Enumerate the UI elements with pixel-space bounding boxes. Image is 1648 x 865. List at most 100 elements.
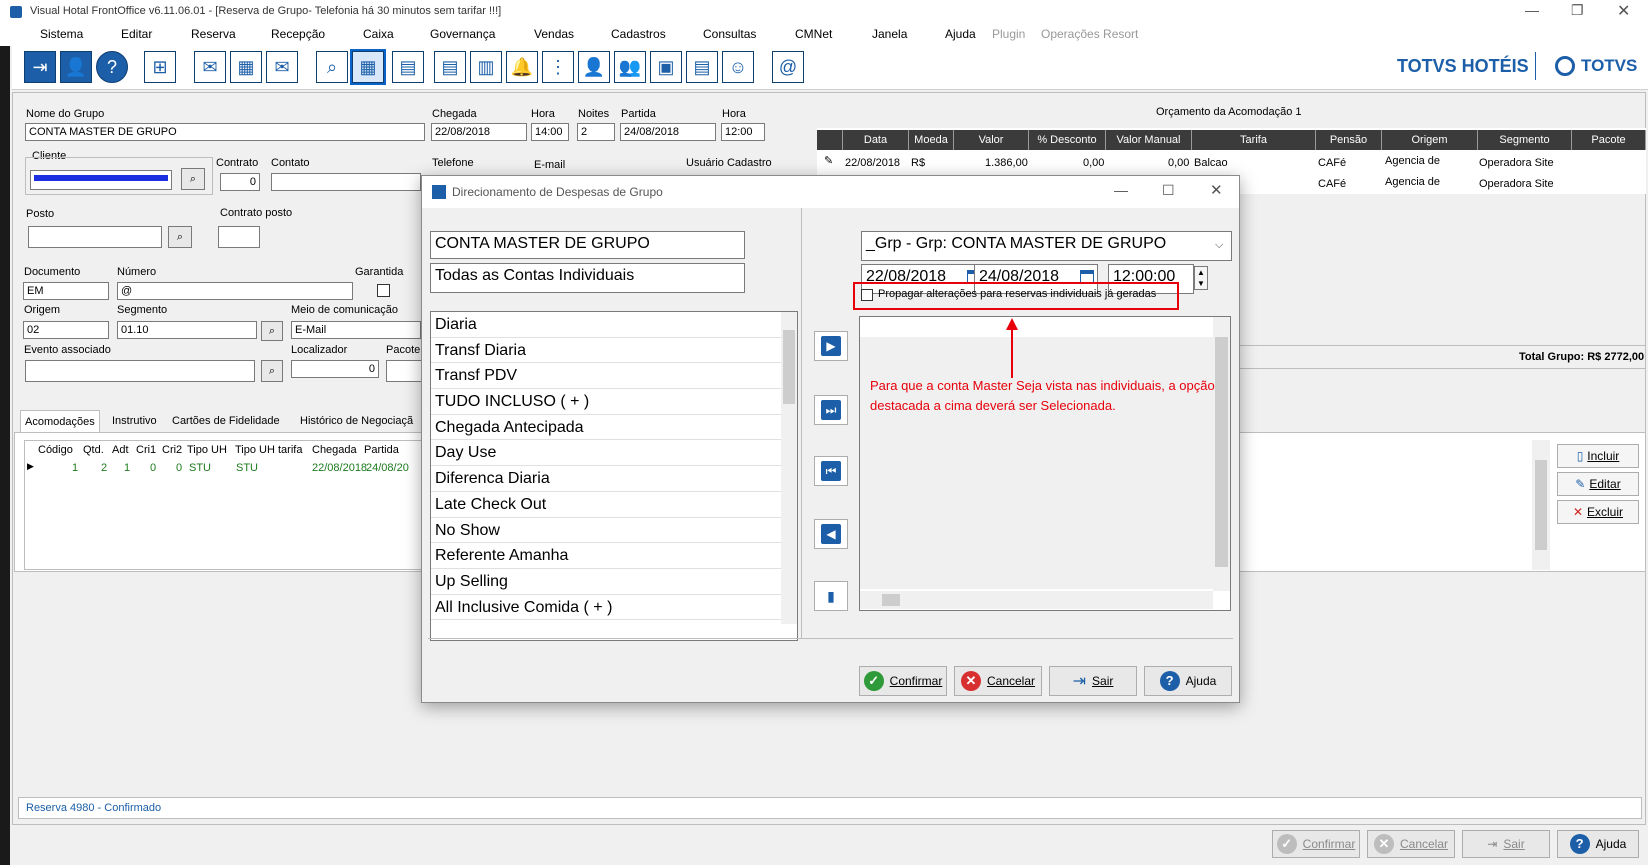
list-item[interactable]: No Show [431, 518, 797, 544]
search-icon[interactable]: ⌕ [316, 51, 348, 83]
bell-icon[interactable]: 🔔 [506, 51, 538, 83]
list-item[interactable]: Up Selling [431, 569, 797, 595]
menu-cadastros[interactable]: Cadastros [611, 27, 666, 41]
send-mail-icon[interactable]: ✉ [266, 51, 298, 83]
list-item[interactable]: Transf Diaria [431, 338, 797, 364]
card-icon[interactable]: ▤ [392, 51, 424, 83]
add-user-icon[interactable]: 👤 [578, 51, 610, 83]
extra-action-button[interactable]: ▮ [814, 581, 848, 611]
menu-recepcao[interactable]: Recepção [271, 27, 325, 41]
tab-cartoes-fidelidade[interactable]: Cartões de Fidelidade [168, 412, 284, 430]
main-sair-button[interactable]: ⇥ Sair [1462, 830, 1550, 858]
segmento-input[interactable]: 01.10 [117, 321, 257, 339]
editar-button[interactable]: ✎ Editar [1557, 472, 1639, 496]
menu-reserva[interactable]: Reserva [191, 27, 236, 41]
footprints-icon[interactable]: ⋮ [542, 51, 574, 83]
incluir-button[interactable]: ▯ Incluir [1557, 444, 1639, 468]
chegada-input[interactable]: 22/08/2018 [431, 123, 527, 141]
list-item[interactable]: Day Use [431, 440, 797, 467]
pacote-input[interactable] [386, 360, 426, 382]
calendar-icon[interactable]: ▦ [350, 49, 386, 85]
housekeeper-icon[interactable]: ☺ [722, 51, 754, 83]
list-item[interactable]: Transf PDV [431, 363, 797, 390]
maximize-button[interactable]: ❐ [1571, 2, 1584, 19]
mail-icon[interactable]: ✉ [194, 51, 226, 83]
noites-input[interactable]: 2 [577, 123, 615, 141]
propagar-label[interactable]: Propagar alterações para reservas indivi… [878, 288, 1156, 300]
dialog-accounts[interactable]: Todas as Contas Individuais [430, 263, 745, 293]
email-at-icon[interactable]: @ [772, 51, 804, 83]
evento-search-button[interactable]: ⌕ [261, 360, 283, 382]
evento-associado-input[interactable] [25, 360, 255, 382]
minimize-button[interactable]: — [1525, 2, 1539, 18]
cashier-icon[interactable]: ▣ [650, 51, 682, 83]
menu-sistema[interactable]: Sistema [40, 27, 83, 41]
menu-vendas[interactable]: Vendas [534, 27, 574, 41]
close-button[interactable]: ✕ [1617, 1, 1630, 21]
nome-grupo-input[interactable]: CONTA MASTER DE GRUPO [25, 123, 425, 141]
cliente-search-button[interactable]: ⌕ [181, 168, 205, 190]
localizador-input[interactable]: 0 [291, 360, 379, 378]
menu-cmnet[interactable]: CMNet [795, 27, 832, 41]
cliente-input[interactable] [30, 170, 172, 190]
contrato-input[interactable]: 0 [220, 173, 260, 191]
segmento-search-button[interactable]: ⌕ [261, 321, 283, 341]
menu-janela[interactable]: Janela [872, 27, 907, 41]
list-item[interactable]: Diferenca Diaria [431, 466, 797, 492]
move-left-button[interactable]: ◀ [814, 519, 848, 549]
card2-icon[interactable]: ▤ [434, 51, 466, 83]
right-grid-scrollbar[interactable] [1532, 440, 1550, 570]
account-select[interactable]: _Grp - Grp: CONTA MASTER DE GRUPO [861, 231, 1232, 261]
move-right-button[interactable]: ▶ [814, 331, 848, 361]
edit-grid-icon[interactable]: ▦ [230, 51, 262, 83]
origem-select[interactable]: 02 [23, 321, 109, 339]
dialog-confirmar-button[interactable]: ✓ Confirmar [859, 666, 947, 696]
register-icon[interactable]: ▤ [686, 51, 718, 83]
dialog-cancelar-button[interactable]: ✕ Cancelar [954, 666, 1042, 696]
partida-input[interactable]: 24/08/2018 [620, 123, 716, 141]
excluir-button[interactable]: ✕ Excluir [1557, 500, 1639, 524]
menu-governanca[interactable]: Governança [430, 27, 495, 41]
dialog-sair-button[interactable]: ⇥ Sair [1049, 666, 1137, 696]
list-item[interactable]: TUDO INCLUSO ( + ) [431, 389, 797, 415]
spinner-icon[interactable]: ▲ ▼ [1194, 266, 1208, 290]
help-icon[interactable]: ? [96, 51, 128, 83]
list-item[interactable]: All Inclusive Comida ( + ) [431, 595, 797, 621]
menu-plugin[interactable]: Plugin [992, 27, 1025, 41]
user-key-icon[interactable]: 👤 [60, 51, 92, 83]
propagar-checkbox[interactable] [861, 289, 873, 301]
posto-search-button[interactable]: ⌕ [168, 226, 192, 248]
list-item[interactable]: Referente Amanha [431, 543, 797, 569]
menu-ajuda[interactable]: Ajuda [945, 27, 976, 41]
main-ajuda-button[interactable]: ? Ajuda [1557, 830, 1639, 858]
documento-select[interactable]: EM [23, 282, 109, 300]
dialog-ajuda-button[interactable]: ? Ajuda [1144, 666, 1232, 696]
meio-comunicacao-select[interactable]: E-Mail [291, 321, 421, 339]
group-icon[interactable]: 👥 [614, 51, 646, 83]
list-scrollbar[interactable] [781, 312, 797, 624]
dialog-close-button[interactable]: ✕ [1210, 181, 1223, 199]
dialog-minimize-button[interactable]: — [1114, 182, 1128, 198]
main-confirmar-button[interactable]: ✓ Confirmar [1272, 830, 1360, 858]
list-item[interactable]: Chegada Antecipada [431, 415, 797, 441]
contrato-posto-input[interactable] [218, 226, 260, 248]
main-cancelar-button[interactable]: ✕ Cancelar [1367, 830, 1455, 858]
guest-list-icon[interactable]: ▥ [470, 51, 502, 83]
move-all-right-button[interactable]: ⏭ [814, 395, 848, 425]
contato-input[interactable] [271, 173, 421, 191]
menu-consultas[interactable]: Consultas [703, 27, 756, 41]
posto-input[interactable] [28, 226, 162, 248]
selected-list-hscroll[interactable] [860, 591, 1213, 609]
menu-editar[interactable]: Editar [121, 27, 152, 41]
menu-operacoes-resort[interactable]: Operações Resort [1041, 27, 1138, 41]
garantida-checkbox[interactable] [377, 284, 390, 297]
numero-input[interactable]: @ [117, 282, 353, 300]
network-icon[interactable]: ⊞ [144, 51, 176, 83]
exit-icon[interactable]: ⇥ [24, 51, 56, 83]
hora2-input[interactable]: 12:00 [721, 123, 765, 141]
list-item[interactable]: Late Check Out [431, 492, 797, 518]
tab-instrutivo[interactable]: Instrutivo [108, 412, 161, 430]
dialog-maximize-button[interactable]: ☐ [1162, 182, 1175, 199]
tab-historico-negociacao[interactable]: Histórico de Negociaçã [296, 412, 417, 430]
dialog-group-name[interactable]: CONTA MASTER DE GRUPO [430, 231, 745, 259]
